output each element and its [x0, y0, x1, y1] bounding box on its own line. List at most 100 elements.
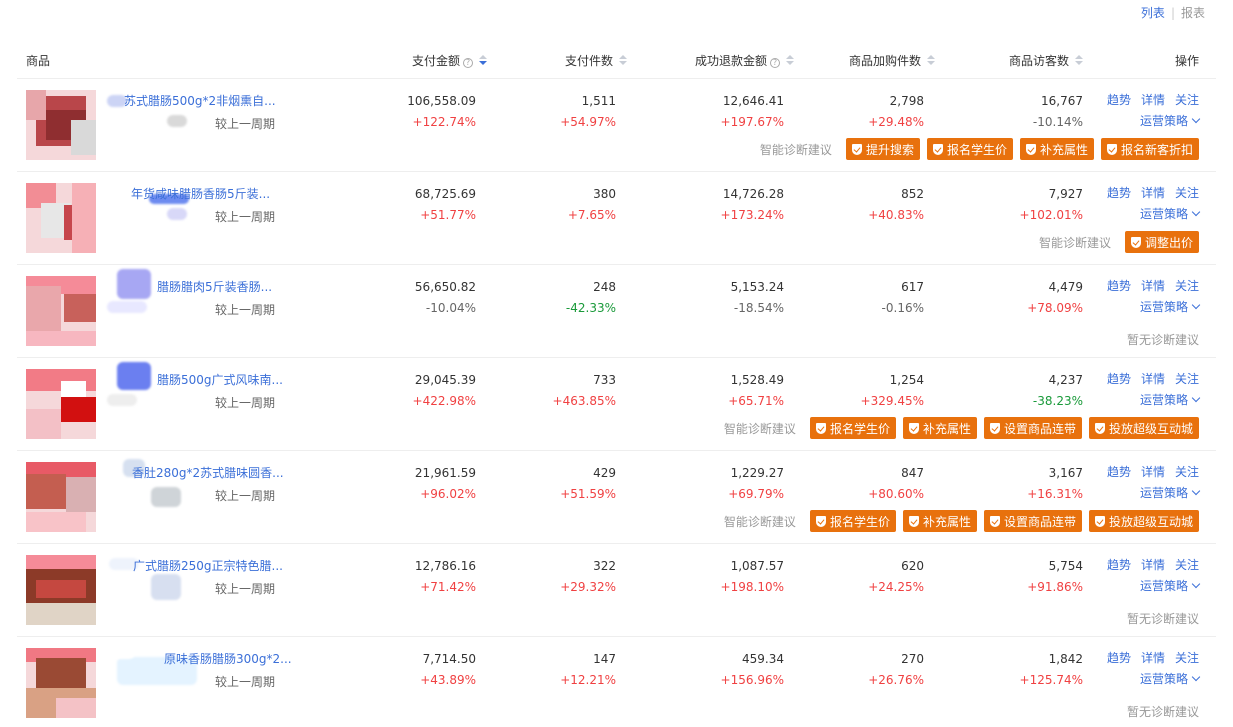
follow-link[interactable]: 关注	[1175, 558, 1199, 572]
product-name-link[interactable]: 腊肠腊肉5斤装香肠...	[157, 278, 272, 295]
diagnosis-tag-label: 报名学生价	[829, 421, 890, 436]
product-name-link[interactable]: 年货咸味腊肠香肠5斤装...	[131, 185, 270, 202]
sort-desc-icon[interactable]	[479, 55, 488, 66]
trend-link[interactable]: 趋势	[1107, 186, 1131, 200]
strategy-dropdown[interactable]: 运营策略	[1097, 112, 1201, 129]
row-actions: 趋势 详情 关注 运营策略	[1097, 463, 1201, 501]
follow-link[interactable]: 关注	[1175, 372, 1199, 386]
refund-change: +173.24%	[720, 208, 784, 222]
col-pay-amount[interactable]: 支付金额?	[412, 52, 488, 69]
diagnosis-tag-button[interactable]: 补充属性	[902, 417, 977, 439]
trend-link[interactable]: 趋势	[1107, 372, 1131, 386]
detail-link[interactable]: 详情	[1141, 279, 1165, 293]
compare-label: 较上一周期	[215, 396, 276, 410]
strategy-dropdown[interactable]: 运营策略	[1097, 670, 1201, 687]
refund-change: +69.79%	[728, 487, 784, 501]
detail-link[interactable]: 详情	[1141, 651, 1165, 665]
follow-link[interactable]: 关注	[1175, 651, 1199, 665]
pay-amount-value: 21,961.59	[414, 466, 476, 480]
follow-link[interactable]: 关注	[1175, 186, 1199, 200]
product-thumbnail[interactable]	[26, 555, 96, 625]
strategy-dropdown[interactable]: 运营策略	[1097, 577, 1201, 594]
compare-label: 较上一周期	[215, 582, 276, 596]
redacted-mask	[107, 645, 135, 659]
trend-link[interactable]: 趋势	[1107, 651, 1131, 665]
detail-link[interactable]: 详情	[1141, 372, 1165, 386]
pay-count-change: +7.65%	[567, 208, 616, 222]
strategy-dropdown[interactable]: 运营策略	[1097, 298, 1201, 315]
diagnosis-tag-button[interactable]: 调整出价	[1124, 231, 1199, 253]
report-view-link[interactable]: 报表	[1181, 6, 1205, 20]
help-icon[interactable]: ?	[770, 58, 781, 68]
trend-link[interactable]: 趋势	[1107, 279, 1131, 293]
cart-value: 2,798	[889, 94, 924, 108]
trend-link[interactable]: 趋势	[1107, 465, 1131, 479]
shield-check-icon	[908, 515, 919, 527]
sort-icon[interactable]	[786, 55, 795, 66]
trend-link[interactable]: 趋势	[1107, 558, 1131, 572]
product-thumbnail[interactable]	[26, 648, 96, 718]
sort-icon[interactable]	[619, 55, 628, 66]
product-thumbnail[interactable]	[26, 276, 96, 346]
follow-link[interactable]: 关注	[1175, 465, 1199, 479]
diagnosis-tag-button[interactable]: 报名学生价	[809, 417, 896, 439]
diagnosis-tag-label: 设置商品连带	[1003, 514, 1076, 529]
product-name-link[interactable]: 腊肠500g广式风味南...	[157, 371, 283, 388]
follow-link[interactable]: 关注	[1175, 93, 1199, 107]
col-cart-count[interactable]: 商品加购件数	[849, 52, 936, 69]
pay-amount-value: 7,714.50	[422, 652, 476, 666]
product-thumbnail[interactable]	[26, 183, 96, 253]
diagnosis-tag-button[interactable]: 设置商品连带	[983, 510, 1082, 532]
trend-link[interactable]: 趋势	[1107, 93, 1131, 107]
product-name-link[interactable]: 原味香肠腊肠300g*2...	[164, 650, 292, 667]
strategy-dropdown[interactable]: 运营策略	[1097, 484, 1201, 501]
diagnosis-tag-button[interactable]: 补充属性	[902, 510, 977, 532]
compare-label: 较上一周期	[215, 303, 276, 317]
col-refund-amount[interactable]: 成功退款金额?	[695, 52, 795, 69]
diagnosis-tag-button[interactable]: 设置商品连带	[983, 417, 1082, 439]
diagnosis-suggestions: 智能诊断建议 报名学生价 补充属性 设置商品连带 投放超级互动城	[724, 510, 1199, 532]
shield-check-icon	[1130, 236, 1141, 248]
sort-icon[interactable]	[1075, 55, 1084, 66]
col-visitors[interactable]: 商品访客数	[1009, 52, 1084, 69]
help-icon[interactable]: ?	[463, 58, 474, 68]
chevron-down-icon	[1191, 114, 1201, 124]
diagnosis-tag-button[interactable]: 提升搜索	[845, 138, 920, 160]
strategy-dropdown[interactable]: 运营策略	[1097, 391, 1201, 408]
product-name-link[interactable]: 香肚280g*2苏式腊味圆香...	[132, 464, 284, 481]
product-name-link[interactable]: 广式腊肠250g正宗特色腊...	[133, 557, 283, 574]
product-thumbnail[interactable]	[26, 462, 96, 532]
detail-link[interactable]: 详情	[1141, 558, 1165, 572]
redacted-mask	[151, 574, 181, 600]
diagnosis-tag-button[interactable]: 报名学生价	[809, 510, 896, 532]
col-pay-count[interactable]: 支付件数	[565, 52, 628, 69]
diagnosis-tag-button[interactable]: 投放超级互动城	[1088, 417, 1199, 439]
sort-icon[interactable]	[927, 55, 936, 66]
thumbnail-block	[36, 580, 86, 598]
product-name-link[interactable]: 苏式腊肠500g*2非烟熏自...	[124, 92, 276, 109]
redacted-mask	[107, 394, 137, 406]
thumbnail-block	[26, 331, 96, 346]
product-thumbnail[interactable]	[26, 369, 96, 439]
strategy-dropdown[interactable]: 运营策略	[1097, 205, 1201, 222]
pay-count-value: 248	[593, 280, 616, 294]
detail-link[interactable]: 详情	[1141, 93, 1165, 107]
diagnosis-tag-label: 设置商品连带	[1003, 421, 1076, 436]
visitors-change: -38.23%	[1032, 394, 1083, 408]
view-separator: |	[1170, 6, 1175, 20]
pay-amount-change: -10.04%	[425, 301, 476, 315]
diagnosis-tag-button[interactable]: 报名新客折扣	[1100, 138, 1199, 160]
list-view-link[interactable]: 列表	[1141, 6, 1165, 20]
diagnosis-tag-button[interactable]: 报名学生价	[926, 138, 1013, 160]
diagnosis-label: 智能诊断建议	[723, 514, 796, 529]
diagnosis-tag-button[interactable]: 投放超级互动城	[1088, 510, 1199, 532]
cart-value: 617	[901, 280, 924, 294]
redacted-mask	[167, 115, 187, 127]
product-thumbnail[interactable]	[26, 90, 96, 160]
compare-label: 较上一周期	[215, 675, 276, 689]
detail-link[interactable]: 详情	[1141, 186, 1165, 200]
cart-change: -0.16%	[881, 301, 924, 315]
detail-link[interactable]: 详情	[1141, 465, 1165, 479]
follow-link[interactable]: 关注	[1175, 279, 1199, 293]
diagnosis-tag-button[interactable]: 补充属性	[1019, 138, 1094, 160]
